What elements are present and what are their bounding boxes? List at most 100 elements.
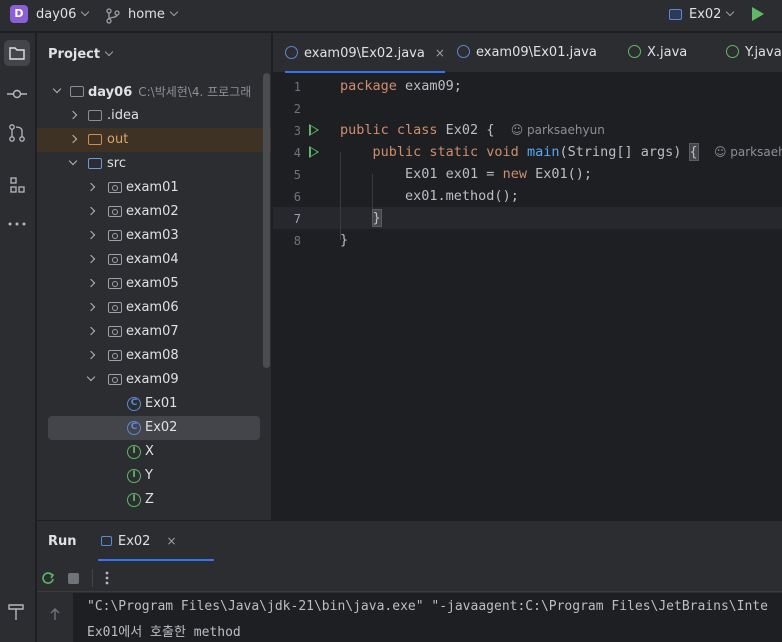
expand-arrow-icon — [52, 84, 62, 94]
chevron-down-icon — [81, 7, 90, 17]
collapse-arrow-icon — [86, 350, 96, 360]
tree-item-ex01[interactable]: C Ex01 — [37, 392, 271, 416]
tree-item-label: exam08 — [126, 348, 179, 363]
chevron-down-icon — [104, 47, 114, 57]
excluded-folder-icon — [88, 134, 102, 145]
tree-item-label: exam06 — [126, 300, 179, 315]
tree-item-out[interactable]: out — [37, 128, 271, 152]
code-line-3: public class Ex02 { ☺ parksaehyun — [340, 122, 605, 138]
tree-item-exam03[interactable]: exam03 — [37, 224, 271, 248]
editor-tab-bar: exam09\Ex02.java × exam09\Ex01.java X.jav… — [273, 33, 782, 73]
tree-item-exam01[interactable]: exam01 — [37, 176, 271, 200]
collapse-arrow-icon — [68, 134, 78, 144]
package-icon — [108, 350, 122, 361]
structure-tool-button[interactable] — [4, 172, 30, 198]
line-number: 3 — [293, 124, 301, 138]
rerun-icon[interactable] — [40, 570, 56, 586]
tree-item-exam07[interactable]: exam07 — [37, 320, 271, 344]
console-gutter — [37, 593, 73, 642]
project-panel-title[interactable]: Project — [48, 47, 114, 62]
collapse-arrow-icon — [86, 254, 96, 264]
tab-x[interactable]: X.java — [628, 33, 687, 73]
tree-item-label: exam09 — [126, 372, 179, 387]
folder-icon — [88, 110, 102, 121]
run-gutter-icon[interactable] — [309, 146, 319, 158]
tree-root[interactable]: day06 C:\박세현\4. 프로그래 — [37, 80, 271, 104]
close-icon[interactable]: × — [166, 534, 176, 548]
tree-item-label: exam03 — [126, 228, 179, 243]
chevron-down-icon — [726, 7, 735, 17]
tree-item-exam04[interactable]: exam04 — [37, 248, 271, 272]
expand-arrow-icon — [68, 156, 78, 166]
tree-item-exam06[interactable]: exam06 — [37, 296, 271, 320]
code-editor[interactable]: 1 2 3 4 5 6 7 8 package exam09; public c… — [273, 74, 782, 520]
run-config-icon — [669, 9, 682, 20]
title-bar: D day06 home Ex02 — [0, 0, 782, 32]
tree-item-x[interactable]: I X — [37, 440, 271, 464]
code-line-8: } — [340, 232, 349, 248]
tree-item-idea[interactable]: .idea — [37, 104, 271, 128]
project-scrollbar[interactable] — [263, 73, 270, 368]
collapse-arrow-icon — [86, 326, 96, 336]
tree-item-exam05[interactable]: exam05 — [37, 272, 271, 296]
tree-item-label: X — [145, 444, 154, 459]
package-icon — [108, 374, 122, 385]
run-panel: Run Ex02 × "C:\Program Files\Java\jdk-21\… — [37, 520, 782, 642]
arrow-up-icon[interactable] — [49, 607, 61, 621]
tree-item-label: Z — [145, 492, 154, 507]
console-line: "C:\Program Files\Java\jdk-21\bin\java.e… — [87, 599, 768, 614]
tree-item-label: exam04 — [126, 252, 179, 267]
toolbar-divider — [92, 569, 93, 587]
tree-item-ex02[interactable]: C Ex02 — [48, 416, 260, 440]
stop-icon[interactable] — [68, 573, 79, 584]
author-hint[interactable]: ☺ parksaehyun — [511, 123, 605, 137]
console-output[interactable]: "C:\Program Files\Java\jdk-21\bin\java.e… — [73, 593, 782, 642]
interface-icon: I — [127, 469, 141, 483]
format-tool-button[interactable] — [4, 599, 30, 625]
tree-item-y[interactable]: I Y — [37, 464, 271, 488]
collapse-arrow-icon — [86, 230, 96, 240]
project-panel: Project day06 C:\박세현\4. 프로그래 .idea out sr… — [37, 33, 272, 520]
tree-item-exam08[interactable]: exam08 — [37, 344, 271, 368]
paint-roller-icon — [8, 604, 24, 620]
author-hint[interactable]: ☺ parksaehyu — [714, 145, 782, 159]
tab-ex01[interactable]: exam09\Ex01.java — [457, 33, 597, 73]
more-tools-button[interactable] — [4, 211, 30, 237]
tree-item-exam02[interactable]: exam02 — [37, 200, 271, 224]
close-icon[interactable]: × — [435, 46, 445, 60]
code-line-4: public static void main(String[] args) {… — [340, 143, 782, 161]
package-icon — [108, 302, 122, 313]
project-badge[interactable]: D — [10, 5, 28, 23]
branch-name: home — [128, 7, 165, 22]
pull-requests-tool-button[interactable] — [4, 120, 30, 146]
commit-tool-button[interactable] — [4, 81, 30, 107]
commit-icon — [7, 89, 27, 99]
package-icon — [108, 326, 122, 337]
tab-label: exam09\Ex01.java — [476, 45, 597, 60]
tree-item-src[interactable]: src — [37, 152, 271, 176]
runnable-class-icon — [285, 46, 298, 59]
class-icon: C — [127, 397, 141, 411]
tree-item-label: src — [107, 156, 126, 171]
project-tool-button[interactable] — [4, 40, 30, 66]
code-line-5: Ex01 ex01 = new Ex01(); — [405, 166, 592, 182]
line-number: 1 — [293, 80, 301, 94]
tab-y[interactable]: Y.java — [726, 33, 782, 73]
folder-icon — [9, 47, 25, 60]
project-selector[interactable]: day06 — [36, 7, 90, 22]
run-tab-ex02[interactable]: Ex02 × — [98, 521, 214, 561]
runnable-class-icon: C — [127, 421, 141, 435]
branch-icon — [106, 8, 120, 24]
more-vertical-icon[interactable] — [102, 570, 112, 586]
tool-strip — [0, 33, 36, 642]
branch-selector[interactable]: home — [128, 7, 179, 22]
collapse-arrow-icon — [86, 206, 96, 216]
tree-item-z[interactable]: I Z — [37, 488, 271, 512]
run-icon[interactable] — [752, 7, 764, 21]
run-config-selector[interactable]: Ex02 — [689, 7, 735, 22]
tree-item-exam09[interactable]: exam09 — [37, 368, 271, 392]
run-gutter-icon[interactable] — [309, 124, 319, 136]
interface-icon — [628, 45, 641, 58]
interface-icon: I — [127, 445, 141, 459]
tab-ex02[interactable]: exam09\Ex02.java × — [285, 33, 445, 73]
